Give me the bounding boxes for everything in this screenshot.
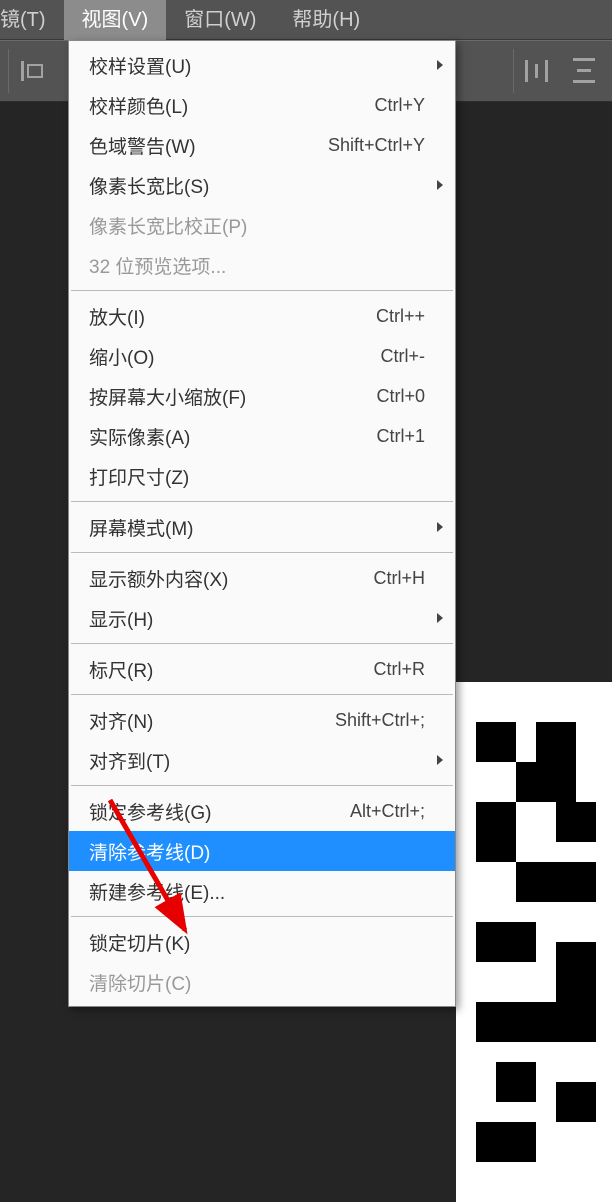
distribute-v-icon[interactable]: [562, 49, 606, 93]
submenu-arrow-icon: [437, 755, 443, 765]
align-icon[interactable]: [13, 49, 57, 93]
menu-item-label: 缩小(O): [89, 343, 381, 370]
menu-item-shortcut: Ctrl+-: [381, 346, 426, 367]
menu-help[interactable]: 帮助(H): [274, 0, 378, 40]
menu-separator: [71, 916, 453, 917]
menu-separator: [71, 501, 453, 502]
menu-separator: [71, 290, 453, 291]
submenu-arrow-icon: [437, 522, 443, 532]
menu-item-shortcut: Ctrl+0: [376, 386, 425, 407]
menu-separator: [71, 785, 453, 786]
menu-item-label: 显示额外内容(X): [89, 565, 373, 592]
menu-item[interactable]: 锁定切片(K): [69, 922, 455, 962]
menu-item-shortcut: Shift+Ctrl+;: [335, 710, 425, 731]
menu-separator: [71, 552, 453, 553]
menu-item-label: 清除切片(C): [89, 969, 425, 996]
menu-item-shortcut: Ctrl+Y: [374, 95, 425, 116]
menu-item-label: 校样颜色(L): [89, 92, 374, 119]
menu-item[interactable]: 按屏幕大小缩放(F)Ctrl+0: [69, 376, 455, 416]
menu-item: 32 位预览选项...: [69, 245, 455, 285]
menu-item-label: 放大(I): [89, 303, 376, 330]
submenu-arrow-icon: [437, 60, 443, 70]
menu-item[interactable]: 新建参考线(E)...: [69, 871, 455, 911]
menu-view[interactable]: 视图(V): [64, 0, 167, 40]
menu-item: 像素长宽比校正(P): [69, 205, 455, 245]
menu-item-label: 像素长宽比校正(P): [89, 212, 425, 239]
submenu-arrow-icon: [437, 180, 443, 190]
menu-item[interactable]: 对齐到(T): [69, 740, 455, 780]
menu-item[interactable]: 标尺(R)Ctrl+R: [69, 649, 455, 689]
menu-item[interactable]: 校样颜色(L)Ctrl+Y: [69, 85, 455, 125]
menu-item[interactable]: 校样设置(U): [69, 45, 455, 85]
menu-item[interactable]: 清除参考线(D): [69, 831, 455, 871]
menu-item-label: 显示(H): [89, 605, 425, 632]
menu-item-shortcut: Ctrl+H: [373, 568, 425, 589]
menu-item-label: 屏幕模式(M): [89, 514, 425, 541]
menu-separator: [71, 643, 453, 644]
menu-item-label: 像素长宽比(S): [89, 172, 425, 199]
menu-item-label: 实际像素(A): [89, 423, 376, 450]
menu-item-label: 对齐(N): [89, 707, 335, 734]
menubar: 镜(T) 视图(V) 窗口(W) 帮助(H): [0, 0, 612, 40]
menu-item[interactable]: 显示(H): [69, 598, 455, 638]
menu-item[interactable]: 锁定参考线(G)Alt+Ctrl+;: [69, 791, 455, 831]
menu-item[interactable]: 像素长宽比(S): [69, 165, 455, 205]
menu-item[interactable]: 缩小(O)Ctrl+-: [69, 336, 455, 376]
menu-item[interactable]: 打印尺寸(Z): [69, 456, 455, 496]
menu-window[interactable]: 窗口(W): [166, 0, 274, 40]
menu-item[interactable]: 色域警告(W)Shift+Ctrl+Y: [69, 125, 455, 165]
menu-item[interactable]: 实际像素(A)Ctrl+1: [69, 416, 455, 456]
qr-code-partial: [456, 682, 612, 1202]
menu-item-shortcut: Alt+Ctrl+;: [350, 801, 425, 822]
menu-item-label: 清除参考线(D): [89, 838, 425, 865]
menu-item-label: 校样设置(U): [89, 52, 425, 79]
menu-item-shortcut: Shift+Ctrl+Y: [328, 135, 425, 156]
menu-item-label: 色域警告(W): [89, 132, 328, 159]
menu-item-label: 锁定参考线(G): [89, 798, 350, 825]
menu-separator: [71, 694, 453, 695]
menu-item-label: 对齐到(T): [89, 747, 425, 774]
menu-item-shortcut: Ctrl+R: [373, 659, 425, 680]
view-dropdown-menu: 校样设置(U)校样颜色(L)Ctrl+Y色域警告(W)Shift+Ctrl+Y像…: [68, 40, 456, 1007]
distribute-h-icon[interactable]: [518, 49, 562, 93]
menu-item-label: 32 位预览选项...: [89, 252, 425, 279]
menu-item[interactable]: 对齐(N)Shift+Ctrl+;: [69, 700, 455, 740]
menu-item-label: 按屏幕大小缩放(F): [89, 383, 376, 410]
menu-item-label: 打印尺寸(Z): [89, 463, 425, 490]
menu-item[interactable]: 屏幕模式(M): [69, 507, 455, 547]
menu-item[interactable]: 显示额外内容(X)Ctrl+H: [69, 558, 455, 598]
submenu-arrow-icon: [437, 613, 443, 623]
menu-item-label: 锁定切片(K): [89, 929, 425, 956]
menu-item: 清除切片(C): [69, 962, 455, 1002]
menu-item-shortcut: Ctrl++: [376, 306, 425, 327]
menu-item[interactable]: 放大(I)Ctrl++: [69, 296, 455, 336]
menu-item-shortcut: Ctrl+1: [376, 426, 425, 447]
menu-item-label: 标尺(R): [89, 656, 373, 683]
menu-filter[interactable]: 镜(T): [0, 0, 64, 40]
menu-item-label: 新建参考线(E)...: [89, 878, 425, 905]
